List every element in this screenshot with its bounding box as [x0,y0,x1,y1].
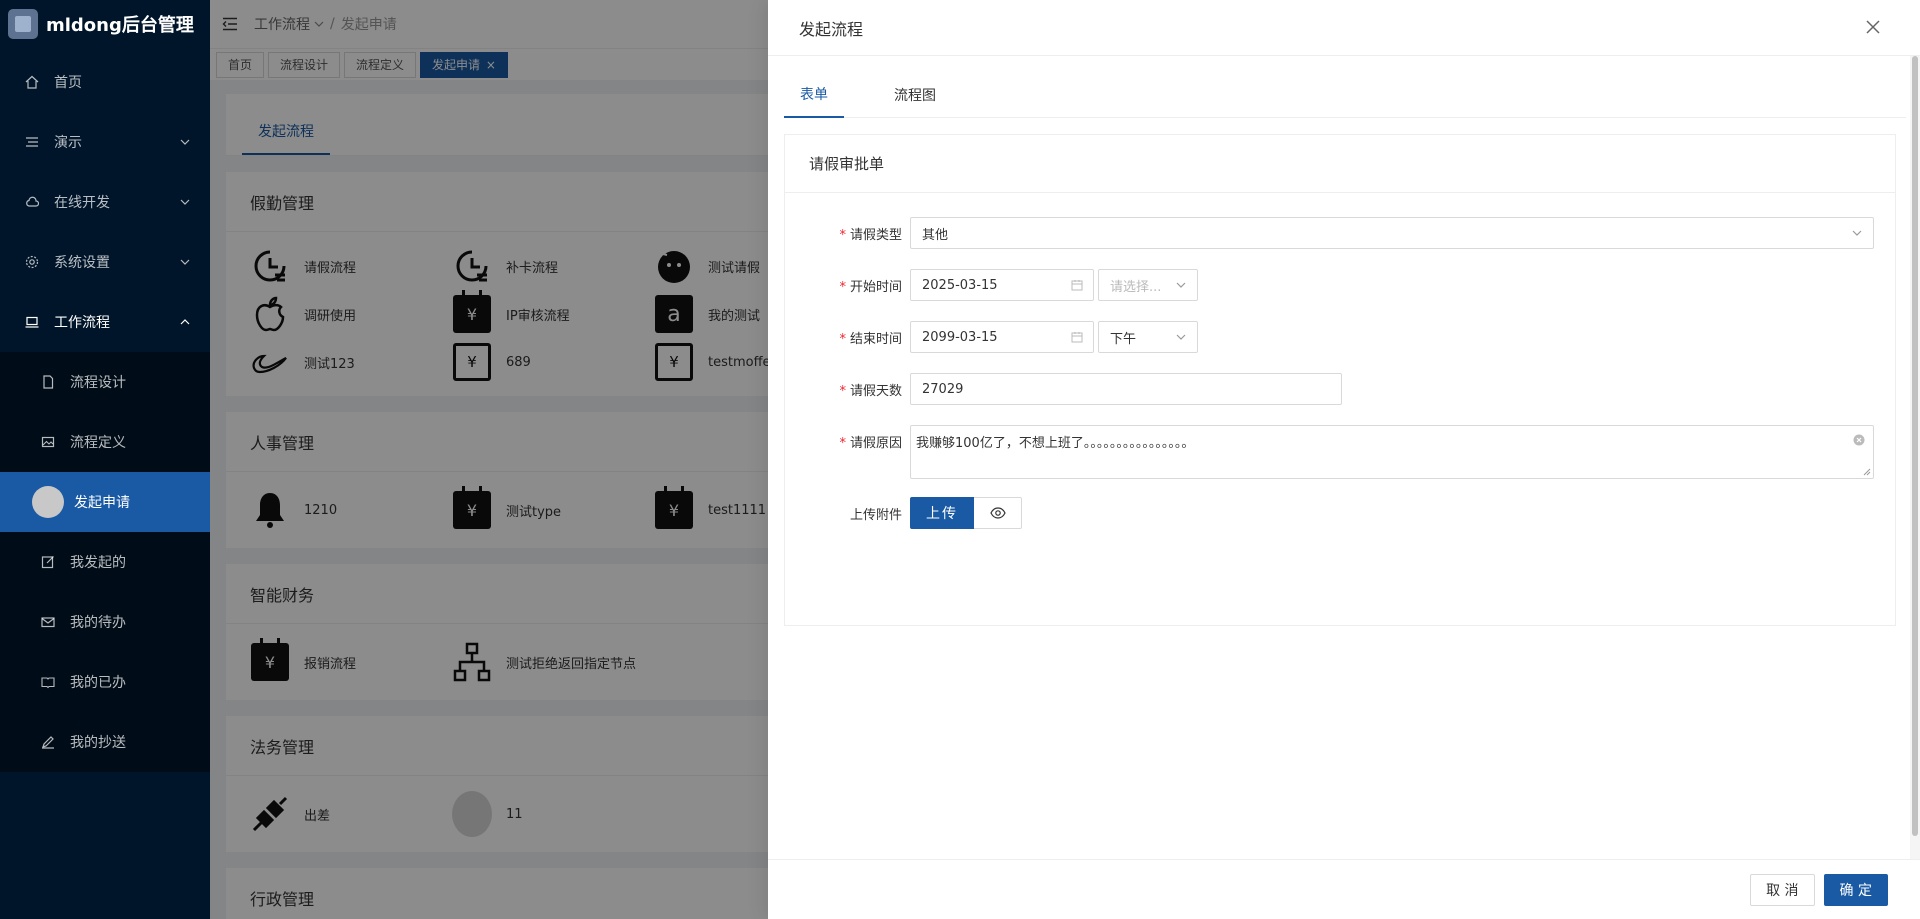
close-icon[interactable] [1864,18,1882,36]
start-period-placeholder: 请选择... [1110,279,1162,295]
sidebar-item-label: 我的已办 [70,675,126,691]
sidebar-item-process-design[interactable]: 流程设计 [0,352,210,412]
list-icon [24,134,40,150]
sidebar-item-label: 我发起的 [70,555,126,571]
end-date-picker[interactable]: 2099-03-15 [910,321,1094,353]
leave-type-value: 其他 [922,227,949,243]
pen-icon [40,734,56,750]
sidebar-item-label: 演示 [54,135,82,151]
tab-form[interactable]: 表单 [784,72,844,118]
calendar-icon [1071,332,1083,343]
upload-button[interactable]: 上传 [910,497,974,529]
leave-reason-value: 我赚够100亿了，不想上班了。。。。。。。。。。。。。。。。 [916,436,1195,451]
sidebar-item-my-done[interactable]: 我的已办 [0,652,210,712]
app-logo[interactable]: mldong后台管理 [0,0,210,48]
start-date-value: 2025-03-15 [922,277,998,293]
picture-icon [40,434,56,450]
workflow-submenu: 流程设计 流程定义 发起申请 我发起的 我的待办 我的已办 我的抄送 [0,352,210,772]
edit-icon [40,554,56,570]
sidebar-item-start-request[interactable]: 发起申请 [0,472,210,532]
leave-reason-label: * 请假原因 [839,436,902,451]
eye-icon [989,507,1006,519]
end-period-value: 下午 [1110,331,1137,347]
modal-mask[interactable] [210,0,768,919]
preview-button[interactable] [974,497,1022,529]
cancel-button[interactable]: 取 消 [1750,873,1815,906]
mail-icon [40,614,56,630]
sidebar-item-home[interactable]: 首页 [0,52,210,112]
sidebar-item-process-definition[interactable]: 流程定义 [0,412,210,472]
end-time-label: * 结束时间 [839,331,902,347]
cloud-icon [24,194,40,210]
chevron-down-icon [180,139,190,145]
calendar-icon [1071,280,1083,291]
book-icon [40,674,56,690]
file-icon [40,374,56,390]
ok-button[interactable]: 确 定 [1823,873,1888,906]
sidebar-item-label: 首页 [54,75,82,91]
drawer-tabs: 表单 流程图 [784,72,1906,118]
chevron-down-icon [1176,282,1186,288]
chevron-down-icon [180,199,190,205]
leave-days-label: * 请假天数 [839,383,902,399]
sidebar-item-my-started[interactable]: 我发起的 [0,532,210,592]
laptop-icon [24,314,40,330]
leave-days-row: * 请假天数 27029 [785,373,1342,405]
leave-form-card: 请假审批单 * 请假类型 其他 * 开始时间 2025-03-15 请选择... *… [784,134,1896,626]
sidebar-item-label: 在线开发 [54,195,110,211]
start-period-select[interactable]: 请选择... [1098,269,1198,301]
tab-flowchart[interactable]: 流程图 [864,72,966,118]
sidebar-item-label: 发起申请 [74,495,130,511]
chevron-down-icon [1852,230,1862,236]
drawer-header: 发起流程 [768,0,1920,56]
chevron-down-icon [180,259,190,265]
sidebar-item-label: 我的待办 [70,615,126,631]
leave-type-row: * 请假类型 其他 [785,217,1874,249]
home-icon [24,74,40,90]
start-process-drawer: 发起流程 表单 流程图 请假审批单 * 请假类型 其他 * 开始时间 2025-03… [768,0,1920,919]
end-period-select[interactable]: 下午 [1098,321,1198,353]
leave-reason-textarea[interactable]: 我赚够100亿了，不想上班了。。。。。。。。。。。。。。。。 [910,425,1874,479]
sidebar-item-online-dev[interactable]: 在线开发 [0,172,210,232]
chevron-up-icon [180,319,190,325]
leave-days-input[interactable]: 27029 [910,373,1342,405]
sidebar-item-my-todo[interactable]: 我的待办 [0,592,210,652]
form-title: 请假审批单 [785,135,1895,193]
drawer-footer: 取 消 确 定 [768,859,1920,919]
leave-type-label: * 请假类型 [839,227,902,243]
leave-type-select[interactable]: 其他 [910,217,1874,249]
sidebar-item-settings[interactable]: 系统设置 [0,232,210,292]
drawer-scrollbar[interactable] [1910,56,1920,859]
logo-icon [8,9,38,39]
sidebar-item-label: 工作流程 [54,315,110,331]
sidebar-item-label: 我的抄送 [70,735,126,751]
sidebar-item-label: 系统设置 [54,255,110,271]
drawer-title: 发起流程 [799,19,864,39]
gear-icon [24,254,40,270]
end-date-value: 2099-03-15 [922,329,998,345]
end-time-row: * 结束时间 2099-03-15 下午 [785,321,1198,353]
sidebar-item-label: 流程定义 [70,435,126,451]
sidebar-item-workflow[interactable]: 工作流程 [0,292,210,352]
attachment-row: 上传附件 上传 [785,497,1022,529]
leave-reason-row: * 请假原因 我赚够100亿了，不想上班了。。。。。。。。。。。。。。。。 [785,425,1874,479]
sidebar-item-my-cc[interactable]: 我的抄送 [0,712,210,772]
start-time-row: * 开始时间 2025-03-15 请选择... [785,269,1198,301]
resize-handle-icon[interactable] [1863,468,1871,476]
app-title: mldong后台管理 [46,15,194,36]
sidebar: mldong后台管理 首页 演示 在线开发 系统设置 工作流程 流程设计 流程定… [0,0,210,919]
attachment-label: 上传附件 [849,507,902,523]
sidebar-item-demo[interactable]: 演示 [0,112,210,172]
leave-days-value: 27029 [922,381,964,397]
chevron-down-icon [1176,334,1186,340]
avatar [32,486,64,518]
clear-icon[interactable] [1853,434,1865,446]
start-time-label: * 开始时间 [839,279,902,295]
start-date-picker[interactable]: 2025-03-15 [910,269,1094,301]
sidebar-item-label: 流程设计 [70,375,126,391]
